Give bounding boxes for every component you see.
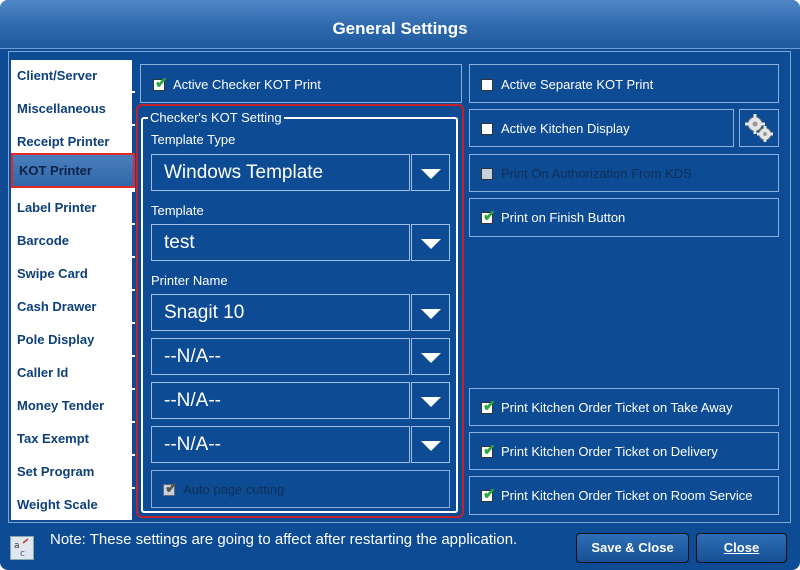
sidebar-item-miscellaneous[interactable]: Miscellaneous	[11, 93, 135, 124]
sidebar-item-money-tender[interactable]: Money Tender	[11, 390, 135, 421]
general-settings-window: General Settings Client/Server Miscellan…	[0, 0, 800, 570]
spellcheck-icon: ac	[10, 536, 34, 560]
check-icon: ✔	[155, 75, 168, 92]
print-on-finish-label: Print on Finish Button	[501, 210, 626, 225]
printer-4-select[interactable]: --N/A--	[151, 426, 410, 463]
sidebar-item-set-program[interactable]: Set Program	[11, 456, 135, 487]
sidebar-item-tax-exempt[interactable]: Tax Exempt	[11, 423, 135, 454]
template-dropdown-button[interactable]	[411, 224, 450, 261]
gear-icon	[745, 114, 773, 142]
svg-text:a: a	[14, 541, 20, 551]
active-separate-label: Active Separate KOT Print	[501, 77, 654, 92]
print-room-service-checkbox[interactable]: ✔	[481, 486, 496, 503]
save-close-button[interactable]: Save & Close	[576, 533, 689, 563]
check-icon: ✔	[483, 486, 496, 503]
check-icon: ✔	[483, 442, 496, 459]
printer-3-dropdown-button[interactable]	[411, 382, 450, 419]
close-button[interactable]: Close	[696, 533, 787, 563]
check-icon: ✔	[483, 398, 496, 415]
sidebar-item-cash-drawer[interactable]: Cash Drawer	[11, 291, 135, 322]
printer-2-dropdown-button[interactable]	[411, 338, 450, 375]
active-separate-checkbox[interactable]	[481, 79, 493, 91]
sidebar-item-barcode[interactable]: Barcode	[11, 225, 135, 256]
printer-2-select[interactable]: --N/A--	[151, 338, 410, 375]
sidebar-item-weight-scale[interactable]: Weight Scale	[11, 489, 135, 520]
template-type-label: Template Type	[151, 132, 236, 147]
sidebar-item-kot-printer[interactable]: KOT Printer	[11, 153, 135, 188]
sidebar-item-client-server[interactable]: Client/Server	[11, 60, 135, 91]
template-label: Template	[151, 203, 204, 218]
printer-name-dropdown-button[interactable]	[411, 294, 450, 331]
print-delivery-label: Print Kitchen Order Ticket on Delivery	[501, 444, 718, 459]
template-type-dropdown-button[interactable]	[411, 154, 450, 191]
window-title: General Settings	[0, 0, 800, 49]
sidebar-item-pole-display[interactable]: Pole Display	[11, 324, 135, 355]
sidebar-item-label-printer[interactable]: Label Printer	[11, 192, 135, 223]
template-select[interactable]: test	[151, 224, 410, 261]
sidebar-item-swipe-card[interactable]: Swipe Card	[11, 258, 135, 289]
print-on-authorization-checkbox[interactable]	[481, 168, 493, 180]
active-kitchen-display-label: Active Kitchen Display	[501, 121, 630, 136]
print-take-away-label: Print Kitchen Order Ticket on Take Away	[501, 400, 733, 415]
printer-4-dropdown-button[interactable]	[411, 426, 450, 463]
print-on-finish-checkbox[interactable]: ✔	[481, 208, 496, 225]
auto-page-cutting-label: Auto page cutting	[183, 482, 285, 497]
svg-text:c: c	[20, 549, 25, 559]
sidebar-item-caller-id[interactable]: Caller Id	[11, 357, 135, 388]
check-icon: ✔	[483, 208, 496, 225]
print-on-authorization-label: Print On Authorization From KDS	[501, 166, 692, 181]
check-icon: ✔	[165, 480, 178, 497]
settings-sidebar: Client/Server Miscellaneous Receipt Prin…	[11, 60, 135, 520]
active-checker-checkbox[interactable]: ✔	[153, 75, 168, 92]
auto-page-cutting-checkbox[interactable]: ✔	[163, 480, 178, 497]
print-room-service-label: Print Kitchen Order Ticket on Room Servi…	[501, 488, 753, 503]
printer-name-label: Printer Name	[151, 273, 228, 288]
printer-name-select[interactable]: Snagit 10	[151, 294, 410, 331]
printer-3-select[interactable]: --N/A--	[151, 382, 410, 419]
active-kitchen-display-checkbox[interactable]	[481, 123, 493, 135]
kitchen-display-settings-button[interactable]	[739, 109, 779, 147]
print-take-away-checkbox[interactable]: ✔	[481, 398, 496, 415]
restart-note: Note: These settings are going to affect…	[50, 531, 518, 548]
template-type-select[interactable]: Windows Template	[151, 154, 410, 191]
active-checker-label: Active Checker KOT Print	[173, 77, 321, 92]
group-title: Checker's KOT Setting	[148, 110, 284, 125]
print-delivery-checkbox[interactable]: ✔	[481, 442, 496, 459]
